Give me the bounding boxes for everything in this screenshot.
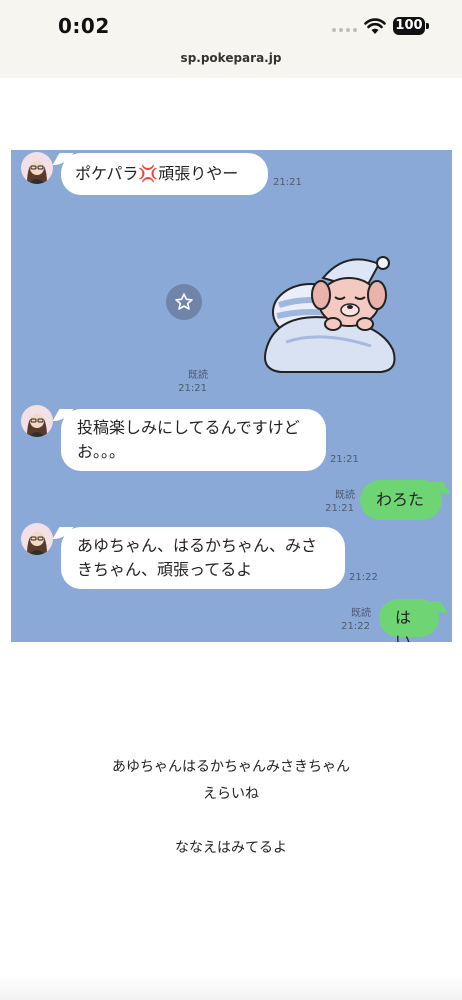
status-bar: 0:02 100 sp.pokepara.jp bbox=[0, 0, 462, 78]
avatar bbox=[21, 523, 53, 555]
message-bubble: あゆちゃん、はるかちゃん、みさきちゃん、頑張ってるよ bbox=[61, 527, 345, 589]
caption-line: えらいね bbox=[203, 786, 259, 802]
message-bubble: わろた bbox=[360, 480, 442, 520]
message-bubble: ポケパラ💢頑張りやー bbox=[61, 153, 268, 195]
caption-line: ななえはみてるよ bbox=[175, 840, 287, 856]
message-time: 21:21 bbox=[325, 503, 354, 514]
message-text: 投稿楽しみにしてるんですけどお。。。 bbox=[77, 418, 300, 461]
favorite-star-button[interactable] bbox=[166, 284, 202, 320]
bottom-toolbar-edge bbox=[0, 974, 462, 1000]
wifi-icon bbox=[364, 18, 386, 34]
chat-screenshot: ポケパラ💢頑張りやー 21:21 既読 21:21 投稿楽しみにしてるんですけど… bbox=[11, 150, 452, 642]
read-receipt: 既読 bbox=[335, 490, 355, 501]
clock: 0:02 bbox=[58, 14, 110, 38]
message-bubble: はい bbox=[379, 599, 439, 642]
caption-line: あゆちゃんはるかちゃんみさきちゃん bbox=[112, 759, 350, 775]
message-time: 21:21 bbox=[273, 177, 302, 188]
message-text: はい bbox=[395, 608, 412, 642]
address-bar-url[interactable]: sp.pokepara.jp bbox=[0, 51, 462, 65]
read-receipt: 既読 bbox=[351, 608, 371, 619]
message-time: 21:21 bbox=[178, 383, 207, 394]
message-time: 21:22 bbox=[341, 621, 370, 632]
star-icon bbox=[175, 293, 193, 310]
message-text: あゆちゃん、はるかちゃん、みさきちゃん、頑張ってるよ bbox=[77, 536, 318, 579]
message-bubble: 投稿楽しみにしてるんですけどお。。。 bbox=[61, 409, 326, 471]
battery-tip bbox=[426, 23, 429, 29]
message-time: 21:21 bbox=[330, 454, 359, 465]
sleeping-dog-sticker[interactable] bbox=[261, 250, 401, 376]
avatar bbox=[21, 152, 53, 184]
message-text: わろた bbox=[376, 490, 425, 509]
avatar bbox=[21, 405, 53, 437]
message-time: 21:22 bbox=[349, 572, 378, 583]
read-receipt: 既読 bbox=[188, 370, 208, 381]
battery-icon: 100 bbox=[393, 17, 425, 35]
cellular-signal-icon bbox=[332, 28, 357, 32]
message-text: ポケパラ💢頑張りやー bbox=[75, 164, 239, 183]
